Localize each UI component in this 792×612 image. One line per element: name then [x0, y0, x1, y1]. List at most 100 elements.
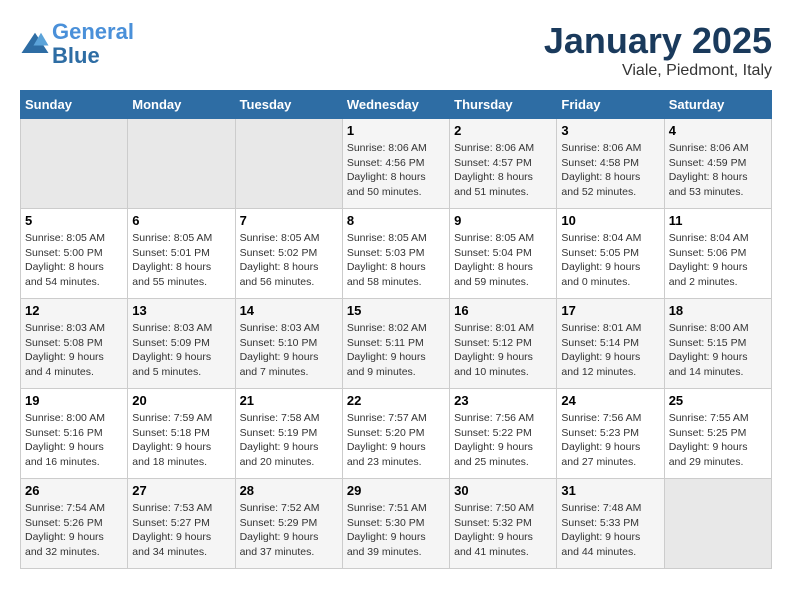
day-number: 25 [669, 393, 767, 408]
day-number: 20 [132, 393, 230, 408]
day-number: 1 [347, 123, 445, 138]
day-info: Sunrise: 8:06 AMSunset: 4:59 PMDaylight:… [669, 141, 767, 200]
calendar-cell [235, 119, 342, 209]
day-info: Sunrise: 8:03 AMSunset: 5:08 PMDaylight:… [25, 321, 123, 380]
calendar-cell [128, 119, 235, 209]
calendar-cell [664, 479, 771, 569]
day-number: 2 [454, 123, 552, 138]
day-info: Sunrise: 7:59 AMSunset: 5:18 PMDaylight:… [132, 411, 230, 470]
calendar-cell: 5 Sunrise: 8:05 AMSunset: 5:00 PMDayligh… [21, 209, 128, 299]
calendar-cell: 9 Sunrise: 8:05 AMSunset: 5:04 PMDayligh… [450, 209, 557, 299]
day-info: Sunrise: 8:03 AMSunset: 5:10 PMDaylight:… [240, 321, 338, 380]
calendar-cell: 11 Sunrise: 8:04 AMSunset: 5:06 PMDaylig… [664, 209, 771, 299]
calendar-cell: 21 Sunrise: 7:58 AMSunset: 5:19 PMDaylig… [235, 389, 342, 479]
calendar-cell: 3 Sunrise: 8:06 AMSunset: 4:58 PMDayligh… [557, 119, 664, 209]
calendar-cell: 26 Sunrise: 7:54 AMSunset: 5:26 PMDaylig… [21, 479, 128, 569]
day-info: Sunrise: 8:06 AMSunset: 4:57 PMDaylight:… [454, 141, 552, 200]
day-number: 31 [561, 483, 659, 498]
day-info: Sunrise: 7:52 AMSunset: 5:29 PMDaylight:… [240, 501, 338, 560]
day-info: Sunrise: 7:50 AMSunset: 5:32 PMDaylight:… [454, 501, 552, 560]
calendar-cell: 14 Sunrise: 8:03 AMSunset: 5:10 PMDaylig… [235, 299, 342, 389]
day-info: Sunrise: 8:01 AMSunset: 5:12 PMDaylight:… [454, 321, 552, 380]
day-number: 30 [454, 483, 552, 498]
calendar-cell: 19 Sunrise: 8:00 AMSunset: 5:16 PMDaylig… [21, 389, 128, 479]
calendar-cell: 1 Sunrise: 8:06 AMSunset: 4:56 PMDayligh… [342, 119, 449, 209]
day-info: Sunrise: 7:51 AMSunset: 5:30 PMDaylight:… [347, 501, 445, 560]
calendar-cell: 8 Sunrise: 8:05 AMSunset: 5:03 PMDayligh… [342, 209, 449, 299]
calendar-cell: 6 Sunrise: 8:05 AMSunset: 5:01 PMDayligh… [128, 209, 235, 299]
header-thursday: Thursday [450, 91, 557, 119]
calendar-table: Sunday Monday Tuesday Wednesday Thursday… [20, 90, 772, 569]
day-number: 29 [347, 483, 445, 498]
header-sunday: Sunday [21, 91, 128, 119]
day-number: 28 [240, 483, 338, 498]
calendar-cell: 25 Sunrise: 7:55 AMSunset: 5:25 PMDaylig… [664, 389, 771, 479]
header-tuesday: Tuesday [235, 91, 342, 119]
day-info: Sunrise: 8:04 AMSunset: 5:06 PMDaylight:… [669, 231, 767, 290]
week-row-2: 5 Sunrise: 8:05 AMSunset: 5:00 PMDayligh… [21, 209, 772, 299]
day-info: Sunrise: 7:58 AMSunset: 5:19 PMDaylight:… [240, 411, 338, 470]
day-info: Sunrise: 8:03 AMSunset: 5:09 PMDaylight:… [132, 321, 230, 380]
day-info: Sunrise: 8:06 AMSunset: 4:58 PMDaylight:… [561, 141, 659, 200]
day-info: Sunrise: 7:56 AMSunset: 5:23 PMDaylight:… [561, 411, 659, 470]
day-info: Sunrise: 7:53 AMSunset: 5:27 PMDaylight:… [132, 501, 230, 560]
calendar-cell: 15 Sunrise: 8:02 AMSunset: 5:11 PMDaylig… [342, 299, 449, 389]
day-number: 4 [669, 123, 767, 138]
header-friday: Friday [557, 91, 664, 119]
day-number: 5 [25, 213, 123, 228]
day-info: Sunrise: 8:06 AMSunset: 4:56 PMDaylight:… [347, 141, 445, 200]
calendar-cell: 29 Sunrise: 7:51 AMSunset: 5:30 PMDaylig… [342, 479, 449, 569]
calendar-cell: 13 Sunrise: 8:03 AMSunset: 5:09 PMDaylig… [128, 299, 235, 389]
day-info: Sunrise: 7:55 AMSunset: 5:25 PMDaylight:… [669, 411, 767, 470]
header-wednesday: Wednesday [342, 91, 449, 119]
day-number: 18 [669, 303, 767, 318]
logo-icon [20, 29, 50, 59]
day-number: 13 [132, 303, 230, 318]
day-number: 19 [25, 393, 123, 408]
day-number: 7 [240, 213, 338, 228]
calendar-cell: 31 Sunrise: 7:48 AMSunset: 5:33 PMDaylig… [557, 479, 664, 569]
day-number: 3 [561, 123, 659, 138]
weekday-header-row: Sunday Monday Tuesday Wednesday Thursday… [21, 91, 772, 119]
day-number: 9 [454, 213, 552, 228]
calendar-cell: 24 Sunrise: 7:56 AMSunset: 5:23 PMDaylig… [557, 389, 664, 479]
calendar-cell: 16 Sunrise: 8:01 AMSunset: 5:12 PMDaylig… [450, 299, 557, 389]
day-number: 6 [132, 213, 230, 228]
day-info: Sunrise: 8:05 AMSunset: 5:04 PMDaylight:… [454, 231, 552, 290]
day-number: 26 [25, 483, 123, 498]
calendar-subtitle: Viale, Piedmont, Italy [544, 62, 772, 80]
calendar-cell: 10 Sunrise: 8:04 AMSunset: 5:05 PMDaylig… [557, 209, 664, 299]
day-info: Sunrise: 8:00 AMSunset: 5:15 PMDaylight:… [669, 321, 767, 380]
header-saturday: Saturday [664, 91, 771, 119]
day-number: 21 [240, 393, 338, 408]
calendar-cell: 18 Sunrise: 8:00 AMSunset: 5:15 PMDaylig… [664, 299, 771, 389]
day-info: Sunrise: 8:01 AMSunset: 5:14 PMDaylight:… [561, 321, 659, 380]
day-number: 17 [561, 303, 659, 318]
calendar-cell [21, 119, 128, 209]
week-row-5: 26 Sunrise: 7:54 AMSunset: 5:26 PMDaylig… [21, 479, 772, 569]
title-section: January 2025 Viale, Piedmont, Italy [544, 20, 772, 80]
calendar-cell: 22 Sunrise: 7:57 AMSunset: 5:20 PMDaylig… [342, 389, 449, 479]
day-number: 15 [347, 303, 445, 318]
day-info: Sunrise: 8:05 AMSunset: 5:02 PMDaylight:… [240, 231, 338, 290]
day-info: Sunrise: 7:48 AMSunset: 5:33 PMDaylight:… [561, 501, 659, 560]
calendar-cell: 27 Sunrise: 7:53 AMSunset: 5:27 PMDaylig… [128, 479, 235, 569]
calendar-cell: 4 Sunrise: 8:06 AMSunset: 4:59 PMDayligh… [664, 119, 771, 209]
day-number: 12 [25, 303, 123, 318]
day-info: Sunrise: 7:56 AMSunset: 5:22 PMDaylight:… [454, 411, 552, 470]
calendar-cell: 17 Sunrise: 8:01 AMSunset: 5:14 PMDaylig… [557, 299, 664, 389]
day-number: 24 [561, 393, 659, 408]
day-info: Sunrise: 8:05 AMSunset: 5:03 PMDaylight:… [347, 231, 445, 290]
day-info: Sunrise: 8:05 AMSunset: 5:01 PMDaylight:… [132, 231, 230, 290]
calendar-cell: 12 Sunrise: 8:03 AMSunset: 5:08 PMDaylig… [21, 299, 128, 389]
day-info: Sunrise: 8:02 AMSunset: 5:11 PMDaylight:… [347, 321, 445, 380]
calendar-cell: 7 Sunrise: 8:05 AMSunset: 5:02 PMDayligh… [235, 209, 342, 299]
day-number: 16 [454, 303, 552, 318]
day-info: Sunrise: 7:57 AMSunset: 5:20 PMDaylight:… [347, 411, 445, 470]
week-row-3: 12 Sunrise: 8:03 AMSunset: 5:08 PMDaylig… [21, 299, 772, 389]
calendar-cell: 28 Sunrise: 7:52 AMSunset: 5:29 PMDaylig… [235, 479, 342, 569]
day-number: 22 [347, 393, 445, 408]
calendar-title: January 2025 [544, 20, 772, 62]
day-info: Sunrise: 8:05 AMSunset: 5:00 PMDaylight:… [25, 231, 123, 290]
logo-text: General Blue [52, 20, 134, 68]
